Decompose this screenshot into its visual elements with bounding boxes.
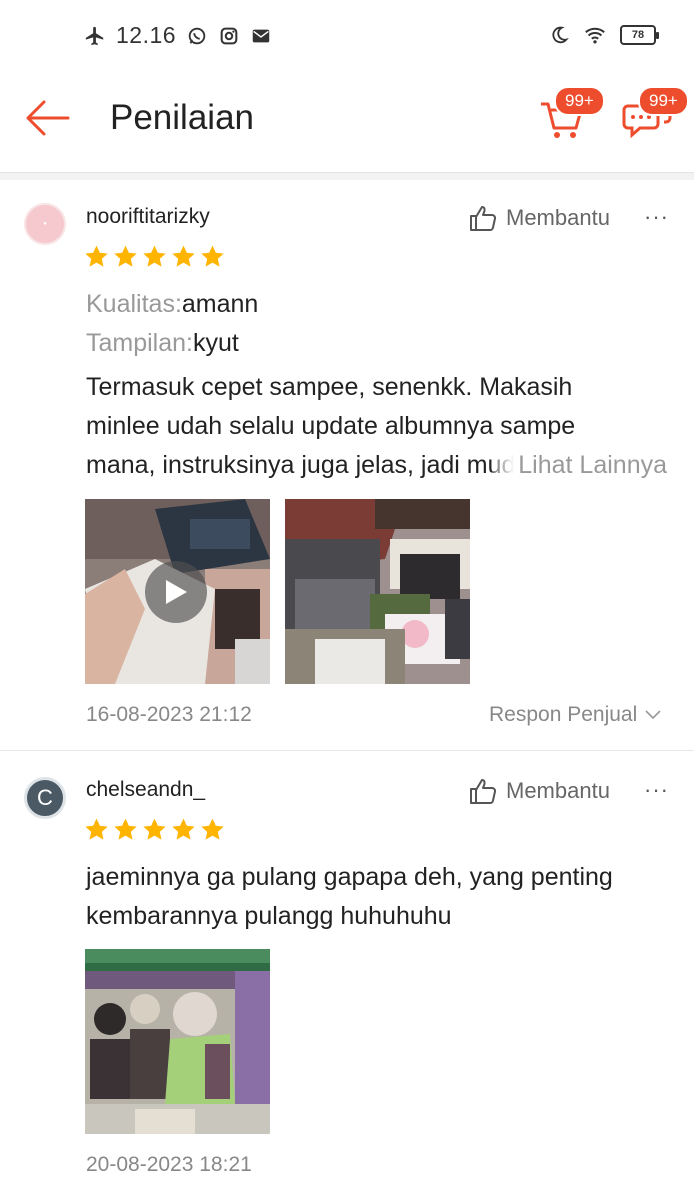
- wifi-icon: [585, 27, 605, 44]
- star-icon: [201, 245, 224, 267]
- star-icon: [85, 818, 108, 840]
- more-options-icon[interactable]: ···: [644, 777, 669, 803]
- star-rating: [84, 817, 225, 842]
- more-options-icon[interactable]: ···: [644, 204, 669, 230]
- review-text-line: jaeminnya ga pulang gapapa deh, yang pen…: [86, 863, 613, 891]
- review-text-line: kembarannya pulangg huhuhuhu: [86, 902, 452, 930]
- review-date: 20-08-2023 18:21: [86, 1153, 252, 1176]
- play-icon[interactable]: [145, 561, 207, 623]
- review-username[interactable]: chelseandn_: [86, 778, 205, 802]
- see-more-link[interactable]: Lihat Lainnya: [492, 446, 667, 485]
- review-attribute: Tampilan:kyut: [86, 329, 239, 358]
- helpful-label: Membantu: [506, 778, 610, 803]
- star-icon: [85, 245, 108, 267]
- status-bar: 12.16 78: [0, 0, 694, 70]
- chevron-down-icon: [645, 710, 661, 720]
- star-icon: [143, 818, 166, 840]
- star-icon: [201, 818, 224, 840]
- chat-badge: 99+: [638, 86, 689, 116]
- helpful-button[interactable]: Membantu: [468, 203, 610, 233]
- star-icon: [143, 245, 166, 267]
- star-icon: [114, 818, 137, 840]
- review-photo-image: [285, 499, 470, 684]
- review-username[interactable]: nooriftitarizky: [86, 205, 210, 229]
- review-photo-thumbnail[interactable]: [285, 499, 470, 684]
- airplane-mode-icon: [85, 26, 104, 45]
- review-separator: [0, 750, 694, 751]
- moon-icon: [552, 26, 569, 44]
- attribute-value: amann: [181, 290, 259, 318]
- seller-response-toggle[interactable]: Respon Penjual: [489, 703, 661, 727]
- star-icon: [172, 818, 195, 840]
- helpful-button[interactable]: Membantu: [468, 776, 610, 806]
- avatar[interactable]: C: [24, 777, 66, 819]
- thumbs-up-icon: [470, 206, 496, 231]
- review-attribute: Kualitas:amann: [86, 290, 258, 319]
- thumbs-up-icon: [470, 779, 496, 804]
- star-rating: [84, 244, 225, 269]
- back-arrow-icon[interactable]: [24, 98, 70, 138]
- avatar[interactable]: ●: [24, 203, 66, 245]
- review-video-thumbnail[interactable]: [85, 499, 270, 684]
- battery-level: 78: [631, 29, 645, 41]
- review-photo-image: [85, 949, 270, 1134]
- star-icon: [114, 245, 137, 267]
- header-divider: [0, 172, 694, 180]
- avatar-logo-icon: ●: [43, 221, 47, 227]
- battery-icon: 78: [620, 25, 659, 45]
- status-time: 12.16: [116, 22, 177, 48]
- attribute-key: Tampilan:: [86, 329, 193, 357]
- review-text: jaeminnya ga pulang gapapa deh, yang pen…: [86, 858, 676, 936]
- review-date: 16-08-2023 21:12: [86, 703, 252, 726]
- review-photo-thumbnail[interactable]: [85, 949, 270, 1134]
- instagram-icon: [220, 27, 238, 44]
- helpful-label: Membantu: [506, 205, 610, 230]
- mail-icon: [252, 29, 270, 42]
- attribute-key: Kualitas:: [86, 290, 182, 318]
- seller-response-label: Respon Penjual: [489, 703, 638, 726]
- review-text-line: minlee udah selalu update albumnya sampe: [86, 412, 576, 440]
- star-icon: [172, 245, 195, 267]
- attribute-value: kyut: [193, 329, 239, 357]
- review-text-line: Termasuk cepet sampee, senenkk. Makasih: [86, 373, 573, 401]
- cart-badge: 99+: [554, 86, 605, 116]
- whatsapp-icon: [188, 27, 206, 44]
- page-title: Penilaian: [110, 98, 254, 137]
